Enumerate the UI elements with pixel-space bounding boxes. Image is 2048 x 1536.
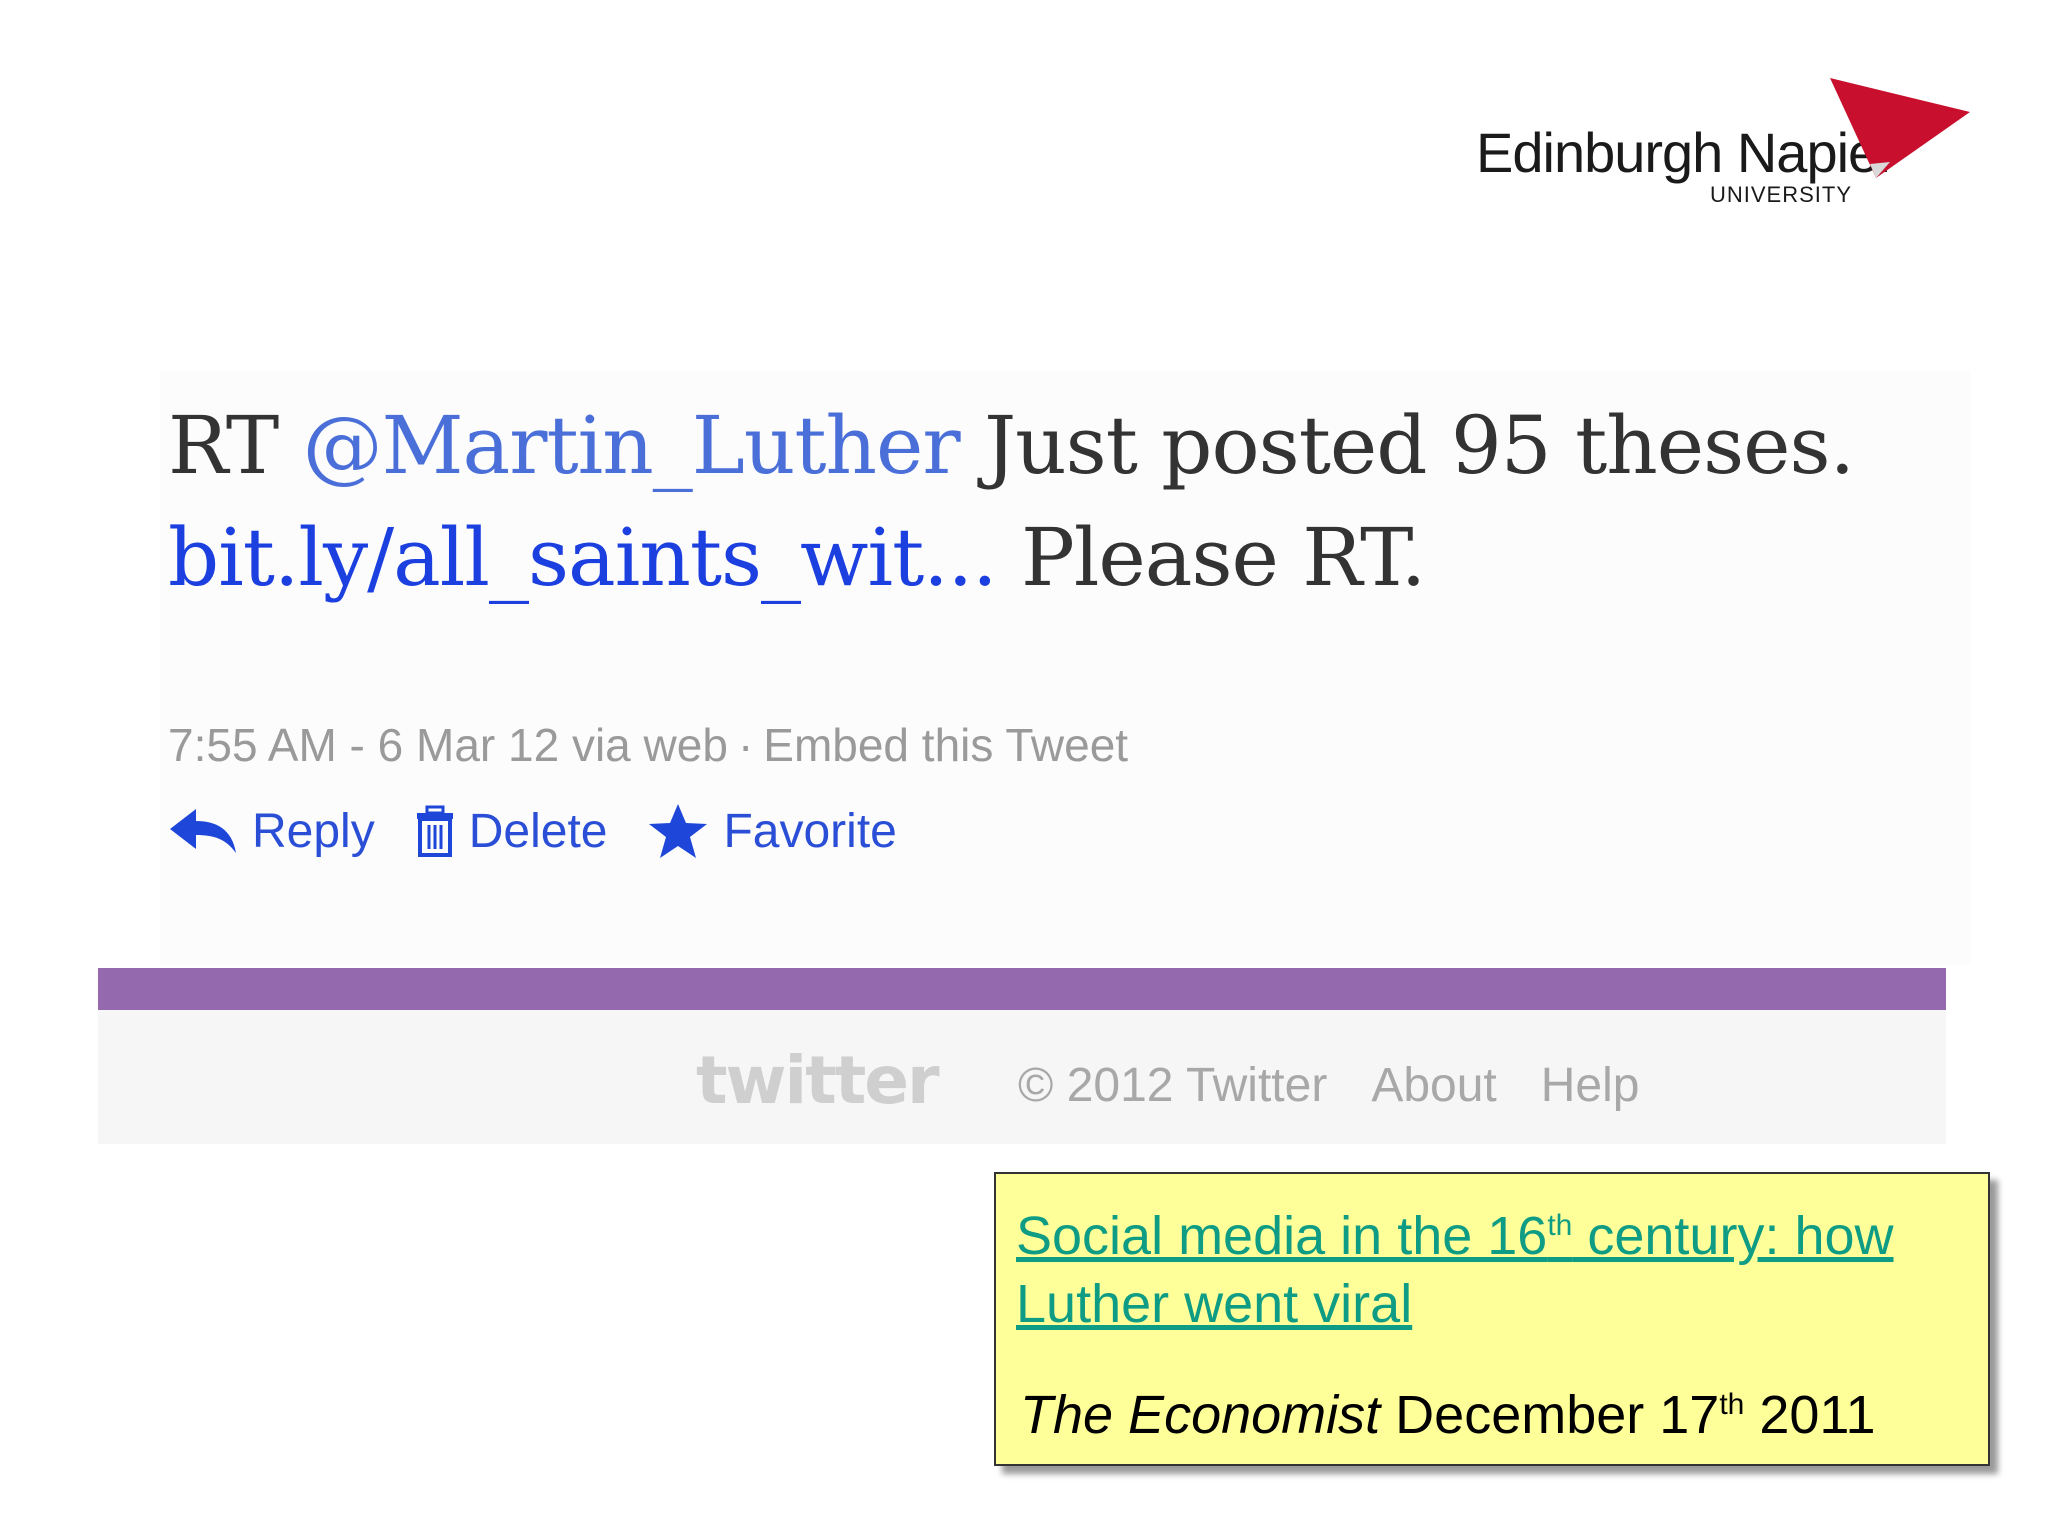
tweet-text-a: Just posted 95 theses. [984,399,1855,492]
reply-label: Reply [252,804,375,858]
purple-divider-bar [98,968,1946,1010]
article-link-part1: Social media in the 16 [1016,1206,1548,1266]
favorite-label: Favorite [723,804,897,858]
meta-separator: · [737,719,754,771]
reply-button[interactable]: Reply [166,804,375,859]
reply-arrow-icon [170,809,236,853]
edinburgh-napier-logo: Edinburgh Napier UNIVERSITY [1470,78,1970,218]
twitter-footer: twitter © 2012 Twitter About Help [98,1010,1946,1144]
footer-link-about[interactable]: About [1371,1059,1496,1112]
source-date-b: 2011 [1744,1385,1876,1445]
delete-label: Delete [468,804,608,858]
star-icon [649,804,708,858]
footer-link-help[interactable]: Help [1541,1059,1640,1112]
tweet-panel: RT @Martin_Luther Just posted 95 theses.… [160,370,1970,965]
article-link[interactable]: Social media in the 16th century: how Lu… [1016,1192,1968,1338]
embed-tweet-link[interactable]: Embed this Tweet [763,719,1128,771]
article-source: The Economist December 17th 2011 [1020,1384,1875,1446]
tweet-link[interactable]: bit.ly/all_saints_wit... [168,511,998,604]
tweet-text-b: Please RT. [1020,511,1426,604]
footer-links: © 2012 Twitter About Help [1018,1058,1683,1113]
trash-icon [416,805,453,857]
tweet-mention[interactable]: @Martin_Luther [303,399,961,492]
citation-note: Social media in the 16th century: how Lu… [994,1172,1990,1466]
twitter-logo[interactable]: twitter [696,1042,940,1119]
delete-button[interactable]: Delete [415,804,608,859]
source-date-a: December 17 [1380,1385,1720,1445]
favorite-button[interactable]: Favorite [647,802,897,860]
source-date-sup: th [1719,1388,1745,1421]
footer-copyright: © 2012 Twitter [1018,1059,1328,1112]
tweet-timestamp[interactable]: 7:55 AM - 6 Mar 12 via web [168,719,728,771]
logo-triangle-icon [1830,78,1970,178]
tweet-meta: 7:55 AM - 6 Mar 12 via web · Embed this Tw… [168,718,1128,772]
article-link-sup: th [1547,1209,1573,1242]
tweet-rt: RT [168,399,279,492]
tweet-text: RT @Martin_Luther Just posted 95 theses.… [168,390,1968,614]
source-title: The Economist [1020,1385,1381,1445]
tweet-actions: Reply Delete Favorite [166,802,937,860]
